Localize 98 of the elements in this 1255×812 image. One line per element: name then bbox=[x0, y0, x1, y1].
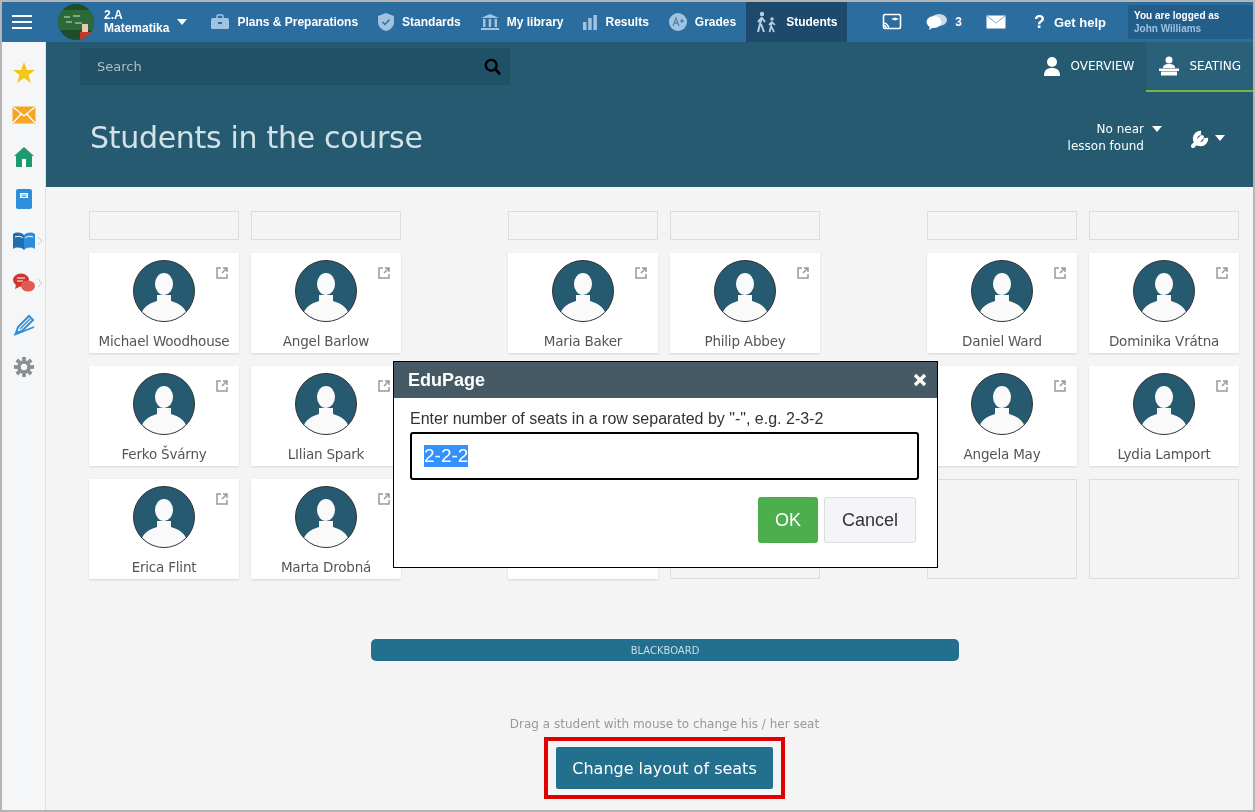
search-icon[interactable] bbox=[484, 57, 502, 76]
view-tab[interactable]: OVERVIEW bbox=[1031, 42, 1147, 92]
person-icon bbox=[1043, 56, 1062, 76]
student-card[interactable]: Erica Flint bbox=[89, 479, 239, 579]
subject-name: Matematika bbox=[104, 22, 170, 35]
nav-item[interactable]: Plans & Preparations bbox=[201, 2, 368, 42]
external-link-icon[interactable] bbox=[634, 266, 648, 280]
nav-item[interactable]: Standards bbox=[368, 2, 470, 42]
external-link-icon[interactable] bbox=[1215, 266, 1229, 280]
chat-bubbles-icon bbox=[926, 13, 949, 31]
external-link-icon[interactable] bbox=[215, 492, 229, 506]
external-link-icon[interactable] bbox=[1215, 379, 1229, 393]
avatar-icon bbox=[714, 260, 776, 322]
cancel-button[interactable]: Cancel bbox=[824, 497, 916, 543]
external-link-icon[interactable] bbox=[1053, 379, 1067, 393]
student-name: Ferko Švárny bbox=[121, 446, 207, 462]
change-layout-button[interactable]: Change layout of seats bbox=[556, 747, 773, 789]
prompt-text: Enter number of seats in a row separated by "-", e.g. 2-3-2 bbox=[410, 410, 825, 428]
cast-screen-icon bbox=[882, 13, 903, 31]
nav-item[interactable]: Students bbox=[746, 2, 847, 42]
teacher-desk-icon bbox=[1158, 56, 1181, 76]
external-link-icon[interactable] bbox=[377, 492, 391, 506]
avatar-icon bbox=[295, 486, 357, 548]
external-link-icon[interactable] bbox=[215, 379, 229, 393]
caret-icon bbox=[1152, 125, 1162, 132]
search-input[interactable]: Search bbox=[95, 58, 484, 75]
close-icon[interactable] bbox=[913, 373, 927, 387]
avatar-icon bbox=[1133, 373, 1195, 435]
bar-chart-icon bbox=[582, 14, 599, 30]
student-name: Daniel Ward bbox=[962, 333, 1042, 349]
avatar-icon bbox=[295, 373, 357, 435]
search-field[interactable]: Search bbox=[80, 48, 510, 85]
menu-icon[interactable] bbox=[12, 14, 32, 30]
class-selector[interactable]: 2.A Matematika bbox=[58, 2, 188, 42]
class-name: 2.A bbox=[104, 9, 124, 22]
avatar-icon bbox=[133, 373, 195, 435]
user-name: John Williams bbox=[1134, 21, 1203, 35]
student-card[interactable]: Michael Woodhouse bbox=[89, 253, 239, 353]
nav-item[interactable]: Results bbox=[573, 2, 658, 42]
briefcase-icon bbox=[210, 14, 231, 30]
envelope-icon bbox=[11, 106, 36, 124]
settings-icon bbox=[12, 356, 35, 378]
chevron-icon bbox=[38, 279, 42, 287]
user-box[interactable]: You are logged as John Williams bbox=[1128, 5, 1253, 39]
view-tab[interactable]: SEATING bbox=[1146, 42, 1253, 92]
student-card[interactable]: Daniel Ward bbox=[927, 253, 1077, 353]
nav-item[interactable]: My library bbox=[470, 2, 573, 42]
page-title: Students in the course bbox=[90, 120, 423, 155]
student-name: Lydia Lamport bbox=[1117, 446, 1211, 462]
house-icon bbox=[12, 146, 35, 168]
student-name: LIlian Spark bbox=[287, 446, 365, 462]
logged-in-label: You are logged as bbox=[1134, 9, 1221, 22]
student-card[interactable]: Philip Abbey bbox=[670, 253, 820, 353]
student-name: Erica Flint bbox=[131, 559, 197, 575]
student-card[interactable]: Lydia Lamport bbox=[1089, 366, 1239, 466]
student-card[interactable]: Ferko Švárny bbox=[89, 366, 239, 466]
help-link[interactable]: ? Get help bbox=[1018, 2, 1124, 42]
chevron-icon bbox=[38, 237, 42, 245]
student-name: Philip Abbey bbox=[704, 333, 786, 349]
external-link-icon[interactable] bbox=[1053, 266, 1067, 280]
avatar-icon bbox=[552, 260, 614, 322]
lesson-dropdown[interactable]: No near lesson found bbox=[1060, 120, 1162, 155]
avatar-icon bbox=[971, 260, 1033, 322]
student-card[interactable]: Maria Baker bbox=[508, 253, 658, 353]
pen-icon bbox=[11, 313, 36, 337]
student-card[interactable]: Angel Barlow bbox=[251, 253, 401, 353]
external-link-icon[interactable] bbox=[377, 379, 391, 393]
student-card[interactable]: Dominika Vrátna bbox=[1089, 253, 1239, 353]
student-name: Dominika Vrátna bbox=[1108, 333, 1220, 349]
student-card[interactable]: Marta Drobná bbox=[251, 479, 401, 579]
avatar-icon bbox=[295, 260, 357, 322]
blackboard-bar: BLACKBOARD bbox=[371, 639, 959, 661]
avatar-icon bbox=[971, 373, 1033, 435]
external-link-icon[interactable] bbox=[215, 266, 229, 280]
student-name: Michael Woodhouse bbox=[98, 333, 230, 349]
external-link-icon[interactable] bbox=[377, 266, 391, 280]
dialog-title: EduPage bbox=[408, 369, 486, 391]
avatar-icon bbox=[1133, 260, 1195, 322]
messages-button[interactable]: 3 bbox=[914, 2, 974, 42]
student-name: Angel Barlow bbox=[282, 333, 370, 349]
caret-icon bbox=[1215, 134, 1225, 141]
envelope-icon bbox=[986, 15, 1006, 29]
shield-icon bbox=[377, 12, 396, 32]
hint-text: Drag a student with mouse to change his / her seat bbox=[508, 717, 821, 731]
student-name: Marta Drobná bbox=[280, 559, 372, 575]
notebook-icon bbox=[14, 188, 33, 210]
student-name: Angela May bbox=[963, 446, 1041, 462]
avatar-icon bbox=[133, 260, 195, 322]
star-icon bbox=[11, 61, 36, 85]
nav-item[interactable]: Grades bbox=[658, 2, 746, 42]
chat-bubbles-icon bbox=[11, 272, 36, 294]
external-link-icon[interactable] bbox=[796, 266, 810, 280]
student-name: Maria Baker bbox=[543, 333, 623, 349]
open-book-icon bbox=[11, 231, 36, 251]
grade-icon bbox=[667, 12, 688, 32]
avatar-icon bbox=[133, 486, 195, 548]
caret-icon bbox=[177, 19, 188, 25]
columns-icon bbox=[479, 13, 500, 31]
